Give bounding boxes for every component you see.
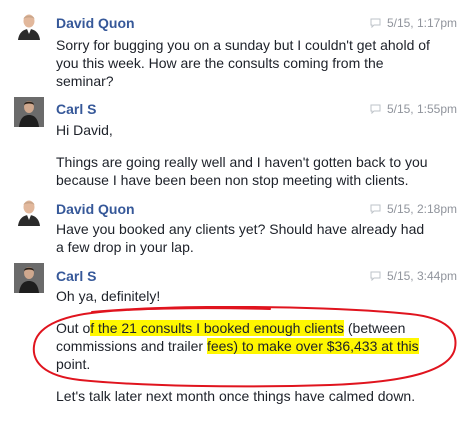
timestamp: 5/15, 1:17pm — [370, 16, 457, 30]
message-text-line: because I have been been non stop meetin… — [56, 172, 409, 188]
message-icon — [370, 204, 381, 214]
highlighted-text: fees) to make over $36,433 at this — [206, 338, 419, 354]
sender-name[interactable]: David Quon — [56, 15, 135, 31]
message-text-line: Have you booked any clients yet? Should … — [56, 221, 425, 237]
message-icon — [370, 104, 381, 114]
avatar-david-quon[interactable] — [14, 196, 44, 226]
text-segment: (between — [343, 320, 406, 336]
message-text-line: Sorry for bugging you on a sunday but I … — [56, 37, 430, 53]
highlighted-text: f the 21 consults I booked enough client… — [90, 320, 344, 336]
timestamp-text: 5/15, 3:44pm — [386, 269, 457, 283]
avatar-carl-s[interactable] — [14, 263, 44, 293]
message-text-line: Let's talk later next month once things … — [56, 388, 416, 404]
timestamp: 5/15, 3:44pm — [370, 269, 457, 283]
text-segment: Out o — [56, 320, 91, 336]
text-segment: commissions and trailer — [56, 338, 207, 354]
message-text-line-highlighted: commissions and trailer fees) to make ov… — [56, 337, 419, 355]
message-text-line: a few drop in your lap. — [56, 239, 194, 255]
message-icon — [370, 18, 381, 28]
message-text-line: point. — [56, 356, 91, 372]
sender-name[interactable]: Carl S — [56, 268, 96, 284]
message-text-line: Hi David, — [56, 122, 113, 138]
avatar-david-quon[interactable] — [14, 10, 44, 40]
avatar-carl-s[interactable] — [14, 97, 44, 127]
timestamp-text: 5/15, 2:18pm — [386, 202, 457, 216]
sender-name[interactable]: David Quon — [56, 201, 135, 217]
message-text-line: Oh ya, definitely! — [56, 288, 161, 304]
message-icon — [370, 271, 381, 281]
message-text-line-highlighted: Out of the 21 consults I booked enough c… — [56, 319, 405, 337]
message-text-line: you this week. How are the consults comi… — [56, 55, 384, 71]
timestamp-text: 5/15, 1:17pm — [386, 16, 457, 30]
timestamp: 5/15, 1:55pm — [370, 102, 457, 116]
message-text-line: Things are going really well and I haven… — [56, 154, 428, 170]
timestamp: 5/15, 2:18pm — [370, 202, 457, 216]
timestamp-text: 5/15, 1:55pm — [386, 102, 457, 116]
sender-name[interactable]: Carl S — [56, 101, 96, 117]
message-text-line: seminar? — [56, 73, 114, 89]
